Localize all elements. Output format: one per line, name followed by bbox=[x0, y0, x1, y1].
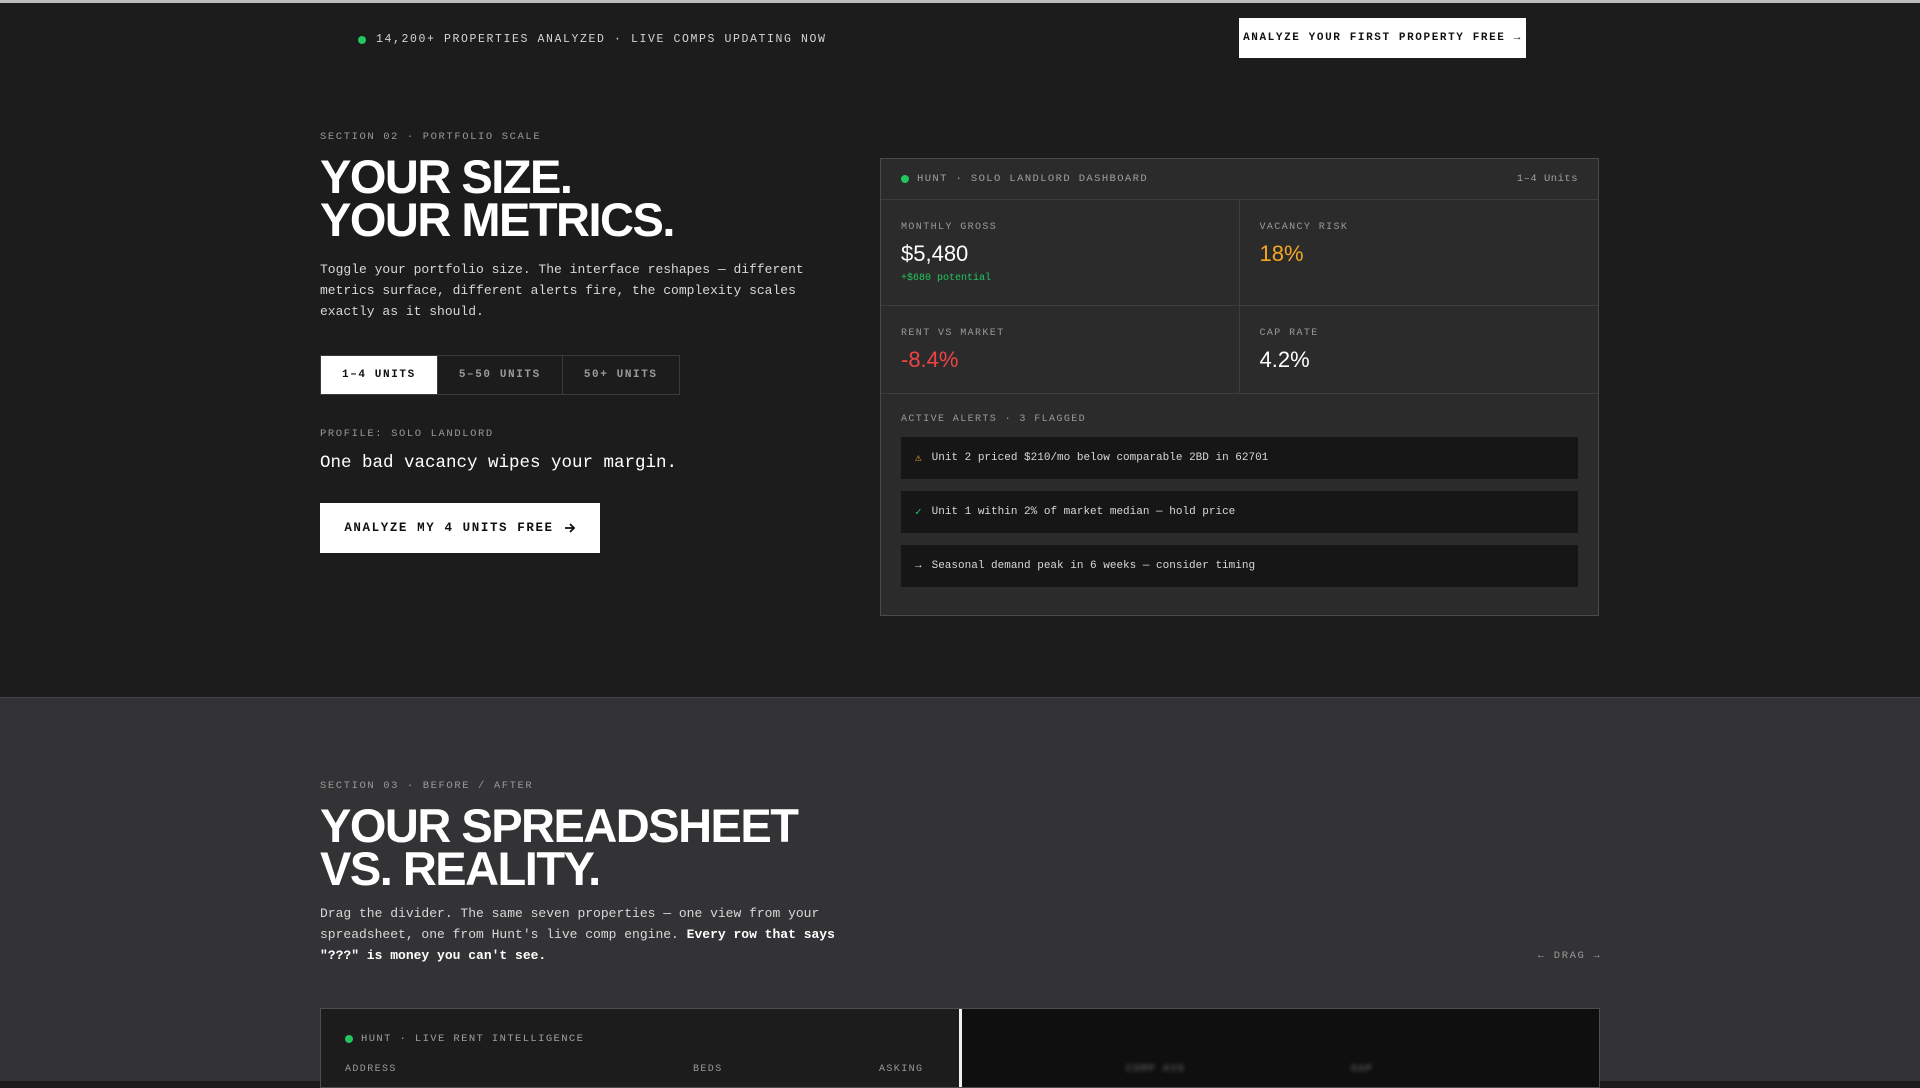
analyze-units-button[interactable]: ANALYZE MY 4 UNITS FREE bbox=[320, 503, 600, 553]
metric-rent-vs-market: RENT VS MARKET -8.4% bbox=[881, 306, 1240, 394]
portfolio-size-toggle: 1–4 UNITS 5–50 UNITS 50+ UNITS bbox=[320, 355, 680, 395]
section-portfolio-scale: SECTION 02 · PORTFOLIO SCALE YOUR SIZE. … bbox=[0, 73, 1920, 697]
metric-sub: +$680 potential bbox=[901, 273, 992, 284]
spreadsheet-pane: HUNT · LIVE RENT INTELLIGENCE ADDRESS BE… bbox=[321, 1009, 959, 1087]
metric-label: VACANCY RISK bbox=[1259, 222, 1349, 233]
comparison-slider[interactable]: HUNT · LIVE RENT INTELLIGENCE ADDRESS BE… bbox=[320, 1008, 1600, 1088]
metric-value: 4.2% bbox=[1259, 347, 1310, 372]
alert-item[interactable]: → Seasonal demand peak in 6 weeks — cons… bbox=[901, 545, 1578, 587]
live-status: 14,200+ PROPERTIES ANALYZED · LIVE COMPS… bbox=[358, 33, 827, 46]
top-bar: 14,200+ PROPERTIES ANALYZED · LIVE COMPS… bbox=[0, 3, 1920, 73]
dashboard-title: HUNT · SOLO LANDLORD DASHBOARD bbox=[917, 173, 1149, 185]
live-dot-icon bbox=[901, 175, 909, 183]
column-beds: BEDS bbox=[693, 1064, 723, 1075]
alerts-panel: ACTIVE ALERTS · 3 FLAGGED ⚠ Unit 2 price… bbox=[881, 394, 1598, 587]
title-line-1: YOUR SPREADSHEET bbox=[320, 799, 799, 852]
metric-vacancy-risk: VACANCY RISK 18% bbox=[1239, 200, 1598, 306]
toggle-5-50-units[interactable]: 5–50 UNITS bbox=[438, 356, 563, 394]
alert-item[interactable]: ✓ Unit 1 within 2% of market median — ho… bbox=[901, 491, 1578, 533]
title-line-1: YOUR SIZE. bbox=[320, 150, 573, 203]
toggle-1-4-units[interactable]: 1–4 UNITS bbox=[321, 356, 438, 394]
arrow-right-icon bbox=[564, 523, 575, 533]
column-asking: ASKING bbox=[879, 1064, 924, 1075]
profile-label: PROFILE: SOLO LANDLORD bbox=[320, 428, 494, 440]
section-before-after: SECTION 03 · BEFORE / AFTER YOUR SPREADS… bbox=[0, 697, 1920, 1088]
metric-value: $5,480 bbox=[901, 241, 969, 266]
comparison-divider-handle[interactable] bbox=[959, 1009, 962, 1087]
analyze-units-label: ANALYZE MY 4 UNITS FREE bbox=[344, 521, 554, 535]
check-icon: ✓ bbox=[915, 507, 922, 519]
dashboard-card: HUNT · SOLO LANDLORD DASHBOARD 1–4 Units… bbox=[880, 158, 1599, 616]
section-lead: Toggle your portfolio size. The interfac… bbox=[320, 262, 804, 319]
live-dot-icon bbox=[358, 35, 366, 44]
metric-label: CAP RATE bbox=[1259, 328, 1319, 339]
pane-title-text: HUNT · LIVE RENT INTELLIGENCE bbox=[361, 1033, 585, 1045]
section-title: YOUR SPREADSHEET VS. REALITY. bbox=[320, 799, 799, 895]
pane-title: HUNT · LIVE RENT INTELLIGENCE bbox=[345, 1033, 584, 1045]
metric-value: -8.4% bbox=[901, 347, 959, 372]
status-text: 14,200+ PROPERTIES ANALYZED · LIVE COMPS… bbox=[376, 33, 827, 46]
live-dot-icon bbox=[345, 1035, 353, 1043]
metric-label: RENT VS MARKET bbox=[901, 328, 1005, 339]
column-address: ADDRESS bbox=[345, 1064, 397, 1075]
section-title: YOUR SIZE. YOUR METRICS. bbox=[320, 150, 675, 246]
dashboard-scope: 1–4 Units bbox=[1516, 173, 1578, 185]
title-line-2: VS. REALITY. bbox=[320, 842, 601, 895]
section-eyebrow: SECTION 03 · BEFORE / AFTER bbox=[320, 780, 534, 792]
metrics-grid: MONTHLY GROSS $5,480 +$680 potential VAC… bbox=[881, 200, 1598, 394]
analyze-first-property-button[interactable]: ANALYZE YOUR FIRST PROPERTY FREE → bbox=[1239, 18, 1526, 58]
drag-hint: ← DRAG → bbox=[1538, 950, 1602, 962]
title-line-2: YOUR METRICS. bbox=[320, 193, 675, 246]
column-comp-avg: COMP AVG bbox=[1126, 1064, 1186, 1075]
column-gap: GAP bbox=[1351, 1064, 1374, 1075]
alert-text: Unit 1 within 2% of market median — hold… bbox=[931, 506, 1236, 518]
profile-text: One bad vacancy wipes your margin. bbox=[320, 453, 678, 473]
metric-value: 18% bbox=[1259, 241, 1304, 266]
warning-icon: ⚠ bbox=[915, 453, 922, 465]
metric-cap-rate: CAP RATE 4.2% bbox=[1239, 306, 1598, 394]
alert-item[interactable]: ⚠ Unit 2 priced $210/mo below comparable… bbox=[901, 437, 1578, 479]
metric-label: MONTHLY GROSS bbox=[901, 222, 998, 233]
section-eyebrow: SECTION 02 · PORTFOLIO SCALE bbox=[320, 131, 542, 143]
alerts-title: ACTIVE ALERTS · 3 FLAGGED bbox=[901, 414, 1087, 425]
toggle-50-plus-units[interactable]: 50+ UNITS bbox=[563, 356, 679, 394]
metric-monthly-gross: MONTHLY GROSS $5,480 +$680 potential bbox=[881, 200, 1240, 306]
alert-text: Unit 2 priced $210/mo below comparable 2… bbox=[931, 452, 1269, 464]
arrow-right-icon: → bbox=[915, 560, 922, 572]
alert-text: Seasonal demand peak in 6 weeks — consid… bbox=[931, 560, 1256, 572]
dashboard-header: HUNT · SOLO LANDLORD DASHBOARD 1–4 Units bbox=[881, 159, 1598, 200]
section-lead: Drag the divider. The same seven propert… bbox=[320, 903, 840, 966]
